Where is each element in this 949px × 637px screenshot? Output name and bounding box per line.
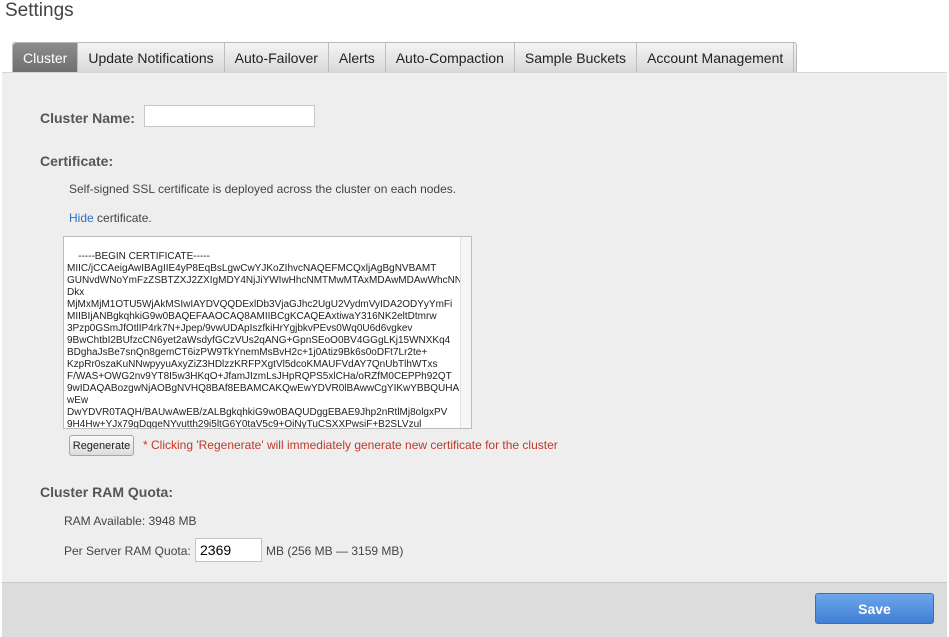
ram-quota-label: Cluster RAM Quota: [40,484,173,500]
hide-certificate-suffix: certificate. [93,211,152,225]
tab-auto-failover[interactable]: Auto-Failover [225,43,329,72]
tab-update-notifications[interactable]: Update Notifications [78,43,225,72]
certificate-scrollbar[interactable] [460,237,471,428]
tab-account-management[interactable]: Account Management [637,43,795,72]
cluster-name-input[interactable] [144,105,315,127]
cluster-settings-panel: Cluster Name: Certificate: Self-signed S… [2,72,947,583]
certificate-toggle-text: Hide certificate. [69,211,152,225]
ram-quota-range: MB (256 MB — 3159 MB) [266,544,404,558]
regenerate-button[interactable]: Regenerate [69,435,134,456]
per-server-quota-input[interactable] [195,538,262,562]
ram-available-row: RAM Available: 3948 MB [64,514,197,528]
certificate-description: Self-signed SSL certificate is deployed … [69,182,457,196]
tab-sample-buckets[interactable]: Sample Buckets [515,43,638,72]
tab-cluster[interactable]: Cluster [13,43,79,72]
save-button[interactable]: Save [815,593,934,624]
tab-auto-compaction[interactable]: Auto-Compaction [386,43,515,72]
page-title: Settings [5,0,74,21]
ram-available-label: RAM Available: [64,514,146,528]
settings-tab-bar: Cluster Update Notifications Auto-Failov… [12,42,797,72]
regenerate-warning: * Clicking 'Regenerate' will immediately… [143,438,558,452]
per-server-quota-label: Per Server RAM Quota: [64,544,191,558]
settings-footer: Save [2,582,947,637]
tab-alerts[interactable]: Alerts [329,43,386,72]
certificate-text: -----BEGIN CERTIFICATE----- MIIC/jCCAeig… [67,251,463,429]
certificate-label: Certificate: [40,153,114,169]
cluster-name-label: Cluster Name: [40,110,135,126]
hide-certificate-link[interactable]: Hide [69,211,94,225]
ram-available-value: 3948 MB [148,514,197,528]
certificate-textarea[interactable]: -----BEGIN CERTIFICATE----- MIIC/jCCAeig… [63,236,472,429]
